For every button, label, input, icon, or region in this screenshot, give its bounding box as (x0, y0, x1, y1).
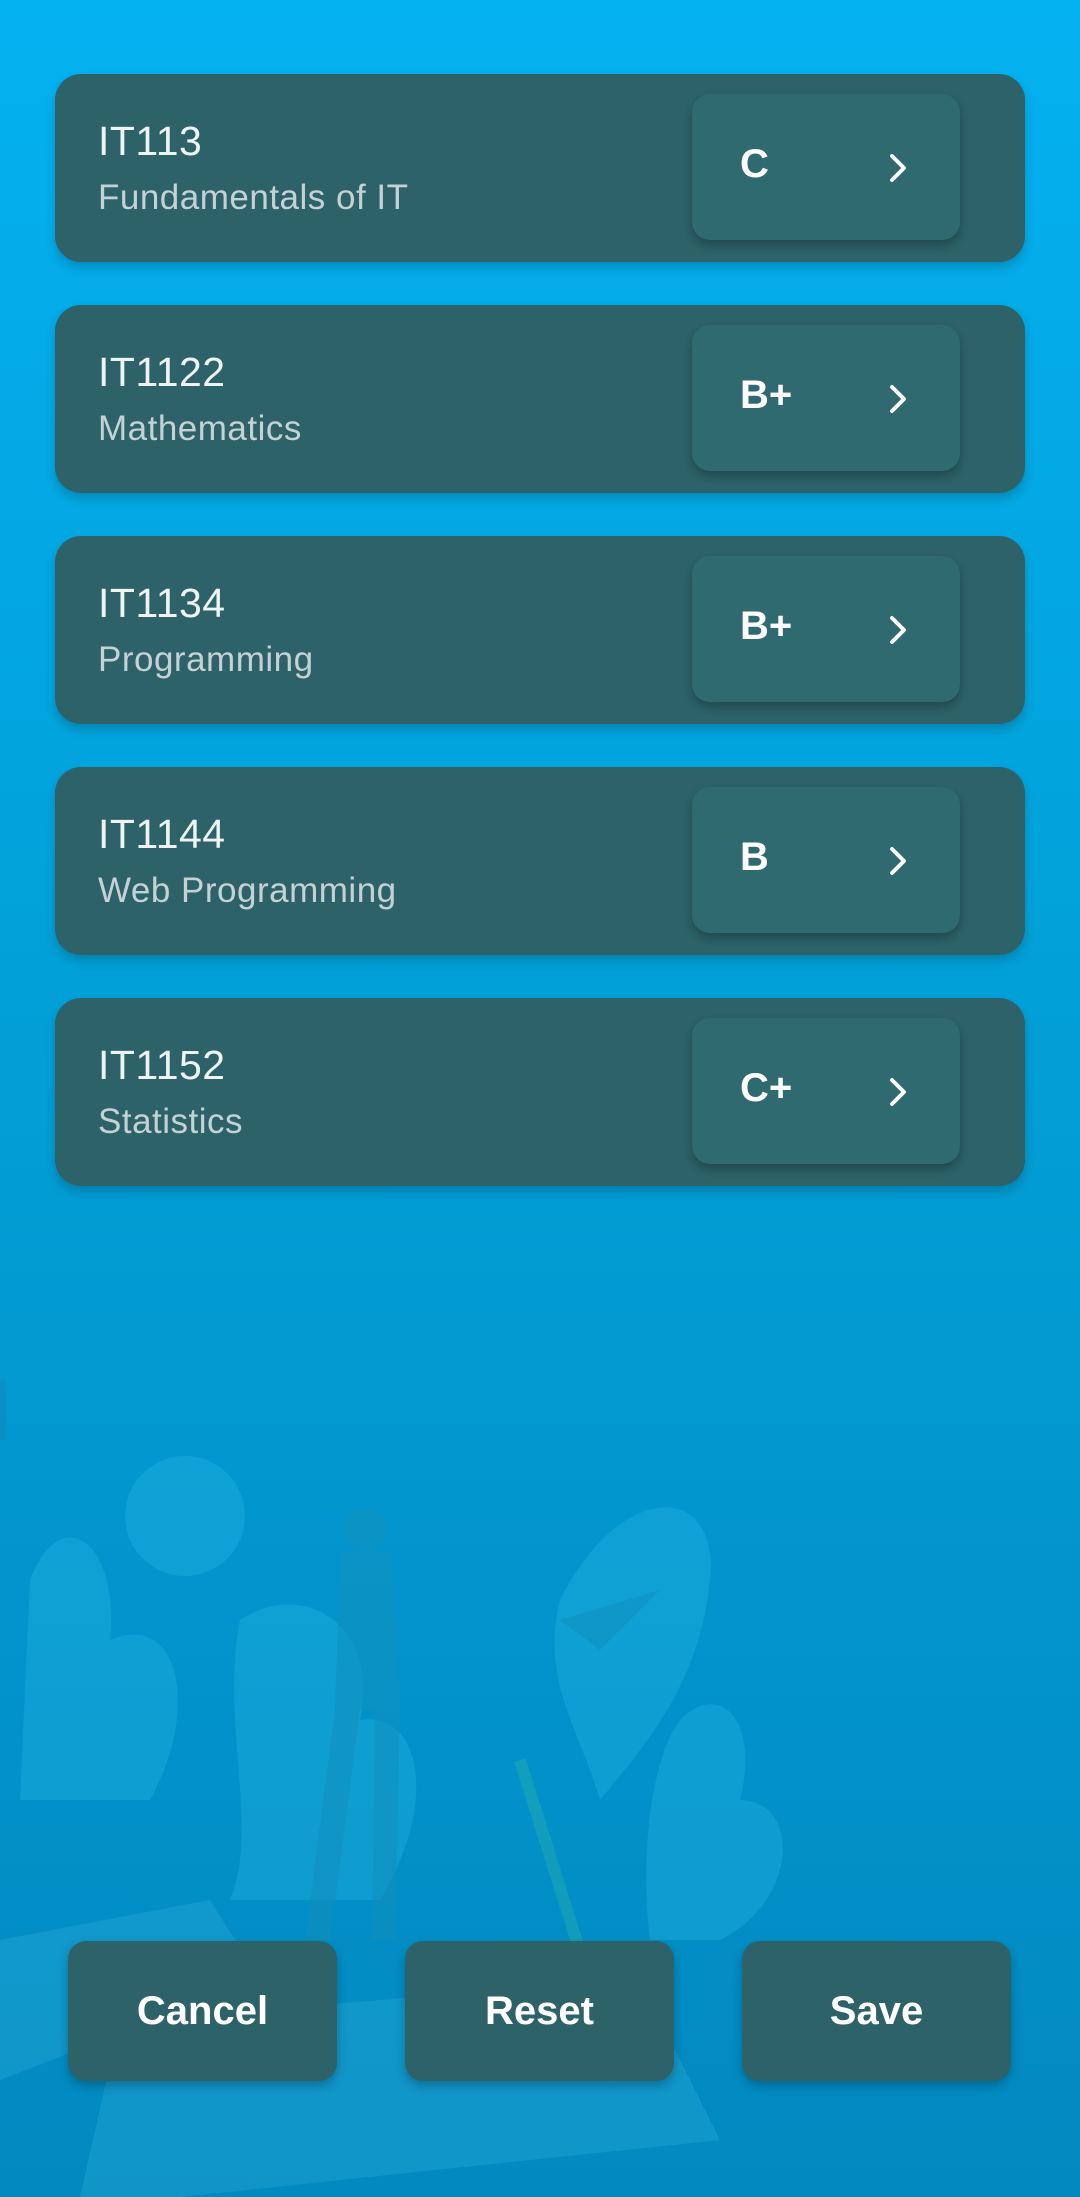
grade-value: B+ (740, 373, 793, 417)
course-code: IT1122 (98, 349, 226, 395)
grade-select[interactable]: B+ (692, 325, 960, 471)
chevron-right-icon (890, 847, 906, 875)
course-code: IT113 (98, 118, 203, 164)
chevron-right-icon (890, 616, 906, 644)
course-card: IT1144 Web Programming B (55, 767, 1025, 955)
grade-select[interactable]: B (692, 787, 960, 933)
course-code: IT1134 (98, 580, 226, 626)
cancel-button[interactable]: Cancel (68, 1941, 337, 2081)
grade-value: C+ (740, 1066, 793, 1110)
action-bar: Cancel Reset Save (0, 1941, 1080, 2081)
grade-value: C (740, 142, 769, 186)
grade-value: B+ (740, 604, 793, 648)
chevron-right-icon (890, 1078, 906, 1106)
course-name: Web Programming (98, 871, 397, 910)
grade-select[interactable]: C (692, 94, 960, 240)
course-name: Programming (98, 640, 314, 679)
course-code: IT1144 (98, 811, 226, 857)
course-name: Mathematics (98, 409, 302, 448)
course-code: IT1152 (98, 1042, 226, 1088)
course-name: Statistics (98, 1102, 244, 1141)
reset-button[interactable]: Reset (405, 1941, 674, 2081)
chevron-right-icon (890, 385, 906, 413)
course-card: IT1152 Statistics C+ (55, 998, 1025, 1186)
grade-select[interactable]: B+ (692, 556, 960, 702)
course-list: IT113 Fundamentals of IT C IT1122 Mathem… (55, 74, 1025, 1229)
save-button[interactable]: Save (742, 1941, 1011, 2081)
course-name: Fundamentals of IT (98, 178, 409, 217)
chevron-right-icon (890, 154, 906, 182)
course-card: IT1134 Programming B+ (55, 536, 1025, 724)
grade-select[interactable]: C+ (692, 1018, 960, 1164)
course-card: IT1122 Mathematics B+ (55, 305, 1025, 493)
grade-value: B (740, 835, 769, 879)
course-card: IT113 Fundamentals of IT C (55, 74, 1025, 262)
